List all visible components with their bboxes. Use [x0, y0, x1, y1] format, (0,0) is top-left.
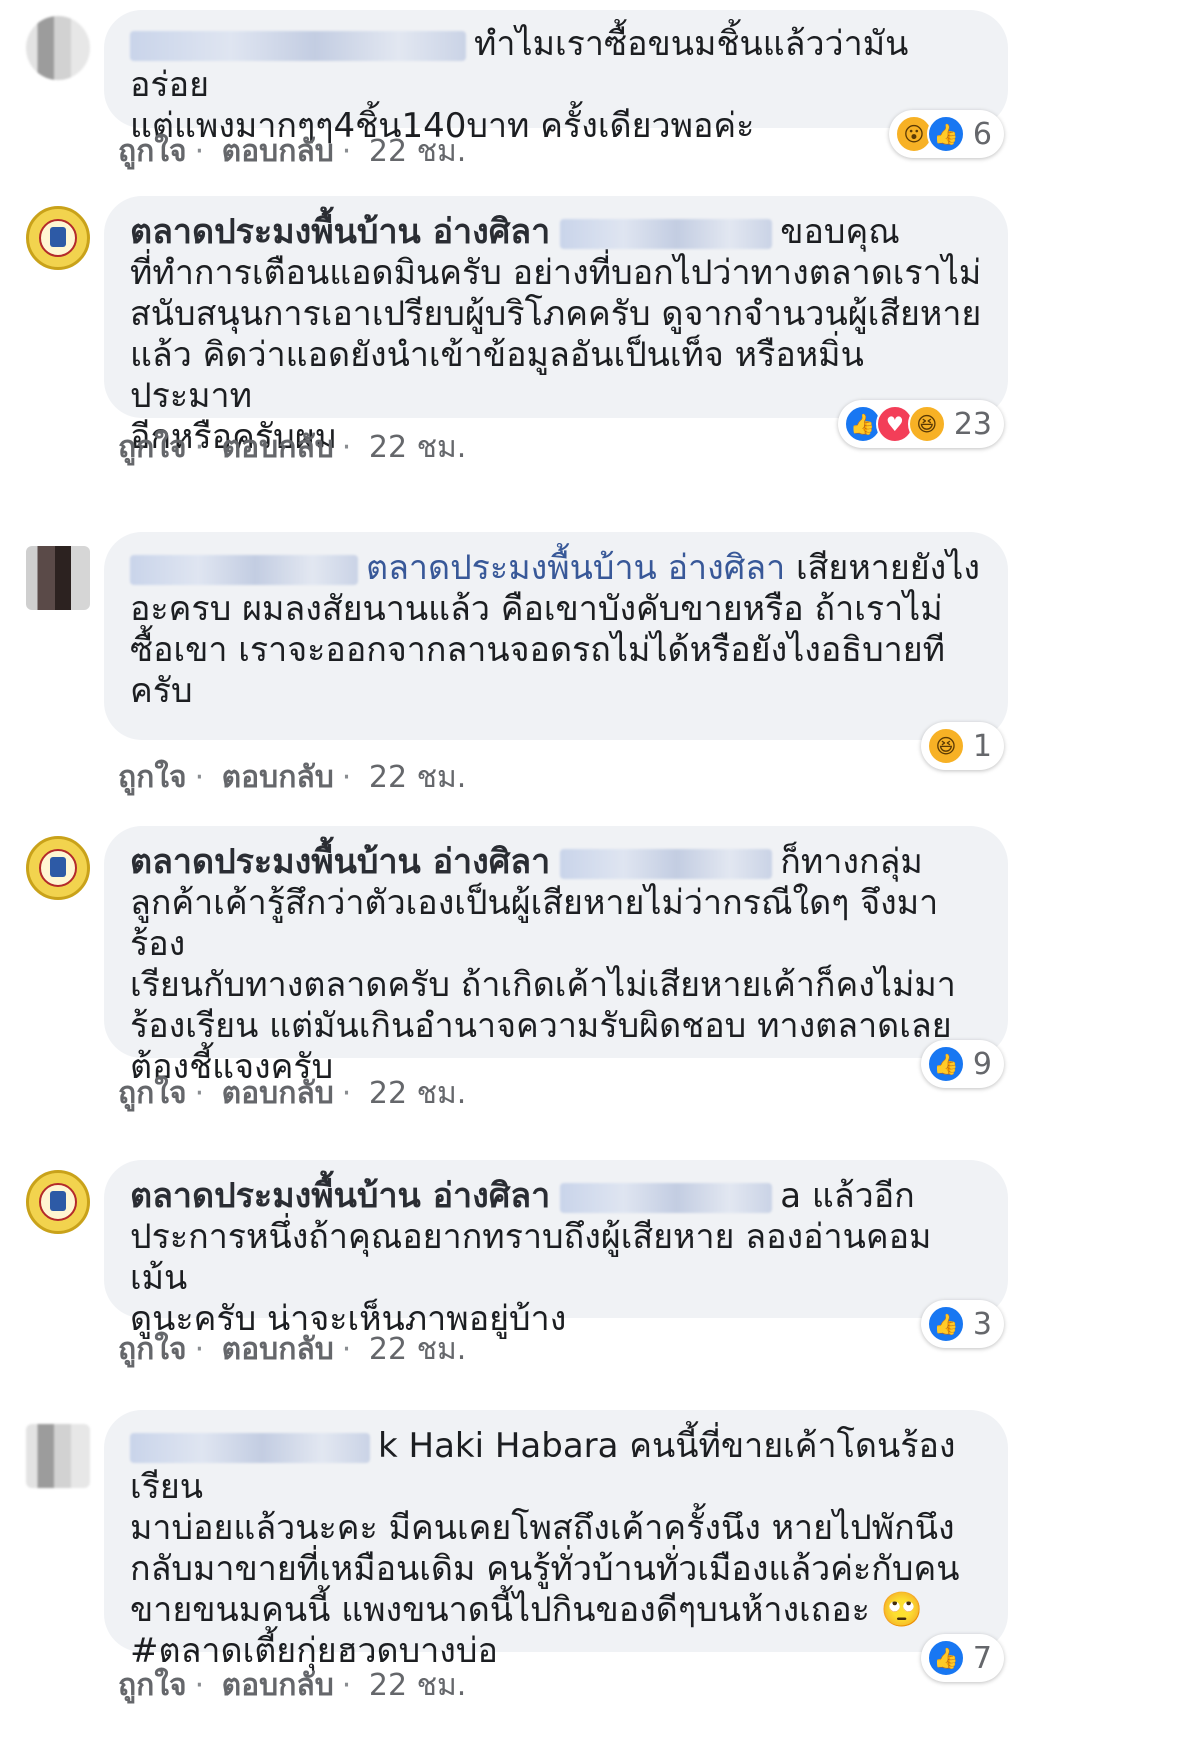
avatar[interactable] [26, 836, 90, 900]
comment-actions: ถูกใจ · ตอบกลับ · 22 ชม. [118, 128, 474, 175]
separator-dot: · [194, 1332, 205, 1367]
reply-link[interactable]: ตอบกลับ [222, 430, 334, 465]
separator-dot: · [341, 134, 352, 169]
reply-link[interactable]: ตอบกลับ [222, 1668, 334, 1703]
reaction-summary[interactable]: 👍 ♥ 😆 23 [837, 400, 1004, 448]
timestamp[interactable]: 22 ชม. [369, 1076, 466, 1111]
comment-bubble: k Haki Habara คนนี้ที่ขายเค้าโดนร้องเรีย… [104, 1410, 1008, 1682]
redacted-name [130, 30, 466, 61]
separator-dot: · [194, 134, 205, 169]
reaction-count: 9 [972, 1046, 992, 1082]
reaction-count: 23 [953, 406, 992, 442]
redacted-name [130, 1432, 370, 1463]
timestamp[interactable]: 22 ชม. [369, 1668, 466, 1703]
like-link[interactable]: ถูกใจ [118, 1668, 187, 1703]
comment-author[interactable]: ตลาดประมงพื้นบ้าน อ่างศิลา [130, 212, 550, 252]
separator-dot: · [341, 1076, 352, 1111]
like-icon: 👍 [926, 115, 965, 153]
reaction-summary[interactable]: 😮 👍 6 [888, 110, 1004, 158]
like-link[interactable]: ถูกใจ [118, 134, 187, 169]
separator-dot: · [194, 1668, 205, 1703]
reaction-summary[interactable]: 👍 7 [920, 1634, 1004, 1682]
comment-body: k Haki Habara คนนี้ที่ขายเค้าโดนร้องเรีย… [130, 1426, 960, 1671]
reaction-summary[interactable]: 👍 3 [920, 1300, 1004, 1348]
separator-dot: · [341, 1332, 352, 1367]
redacted-name [560, 1182, 773, 1213]
comment-actions: ถูกใจ · ตอบกลับ · 22 ชม. [118, 1070, 474, 1117]
timestamp[interactable]: 22 ชม. [369, 760, 466, 795]
haha-icon: 😆 [907, 405, 946, 443]
separator-dot: · [194, 1076, 205, 1111]
reaction-count: 3 [972, 1306, 992, 1342]
comment-bubble: ตลาดประมงพื้นบ้าน อ่างศิลา เสียหายยังไง … [104, 532, 1008, 770]
separator-dot: · [194, 430, 205, 465]
like-icon: 👍 [926, 1639, 965, 1677]
comment-author[interactable]: ตลาดประมงพื้นบ้าน อ่างศิลา [130, 1176, 550, 1216]
like-link[interactable]: ถูกใจ [118, 760, 187, 795]
reaction-count: 6 [972, 116, 992, 152]
comment-text: ตลาดประมงพื้นบ้าน อ่างศิลา ก็ทางกลุ่ม ลูก… [130, 842, 982, 1088]
separator-dot: · [194, 760, 205, 795]
redacted-name [560, 848, 773, 879]
comment-bubble: ตลาดประมงพื้นบ้าน อ่างศิลา ก็ทางกลุ่ม ลูก… [104, 826, 1008, 1088]
comment-thread: ทำไมเราซื้อขนมชิ้นแล้วว่ามันอร่อย แต่แพง… [0, 0, 1200, 1764]
comment-actions: ถูกใจ · ตอบกลับ · 22 ชม. [118, 754, 474, 801]
like-link[interactable]: ถูกใจ [118, 430, 187, 465]
separator-dot: · [341, 430, 352, 465]
comment-text: k Haki Habara คนนี้ที่ขายเค้าโดนร้องเรีย… [130, 1426, 982, 1672]
comment-bubble: ตลาดประมงพื้นบ้าน อ่างศิลา a แล้วอีก ประก… [104, 1160, 1008, 1348]
redacted-name [130, 554, 358, 585]
haha-icon: 😆 [926, 727, 965, 765]
avatar[interactable] [26, 1170, 90, 1234]
like-link[interactable]: ถูกใจ [118, 1076, 187, 1111]
avatar[interactable] [26, 546, 90, 610]
reaction-count: 1 [972, 728, 992, 764]
comment-bubble: ทำไมเราซื้อขนมชิ้นแล้วว่ามันอร่อย แต่แพง… [104, 10, 1008, 158]
separator-dot: · [341, 1668, 352, 1703]
reaction-summary[interactable]: 😆 1 [920, 722, 1004, 770]
comment-author[interactable]: ตลาดประมงพื้นบ้าน อ่างศิลา [130, 842, 550, 882]
comment-text: ตลาดประมงพื้นบ้าน อ่างศิลา a แล้วอีก ประก… [130, 1176, 982, 1340]
redacted-name [560, 218, 773, 249]
timestamp[interactable]: 22 ชม. [369, 1332, 466, 1367]
timestamp[interactable]: 22 ชม. [369, 134, 466, 169]
reaction-summary[interactable]: 👍 9 [920, 1040, 1004, 1088]
like-icon: 👍 [926, 1305, 965, 1343]
reply-link[interactable]: ตอบกลับ [222, 1076, 334, 1111]
reply-link[interactable]: ตอบกลับ [222, 760, 334, 795]
reply-link[interactable]: ตอบกลับ [222, 1332, 334, 1367]
like-link[interactable]: ถูกใจ [118, 1332, 187, 1367]
comment-bubble: ตลาดประมงพื้นบ้าน อ่างศิลา ขอบคุณ ที่ทำกา… [104, 196, 1008, 457]
timestamp[interactable]: 22 ชม. [369, 430, 466, 465]
separator-dot: · [341, 760, 352, 795]
comment-actions: ถูกใจ · ตอบกลับ · 22 ชม. [118, 1326, 474, 1373]
avatar[interactable] [26, 1424, 90, 1488]
avatar[interactable] [26, 206, 90, 270]
comment-actions: ถูกใจ · ตอบกลับ · 22 ชม. [118, 424, 474, 471]
comment-text: ตลาดประมงพื้นบ้าน อ่างศิลา เสียหายยังไง … [130, 548, 982, 712]
reaction-count: 7 [972, 1640, 992, 1676]
comment-actions: ถูกใจ · ตอบกลับ · 22 ชม. [118, 1662, 474, 1709]
reply-link[interactable]: ตอบกลับ [222, 134, 334, 169]
mention-link[interactable]: ตลาดประมงพื้นบ้าน อ่างศิลา [366, 548, 785, 588]
avatar[interactable] [26, 16, 90, 80]
like-icon: 👍 [926, 1045, 965, 1083]
